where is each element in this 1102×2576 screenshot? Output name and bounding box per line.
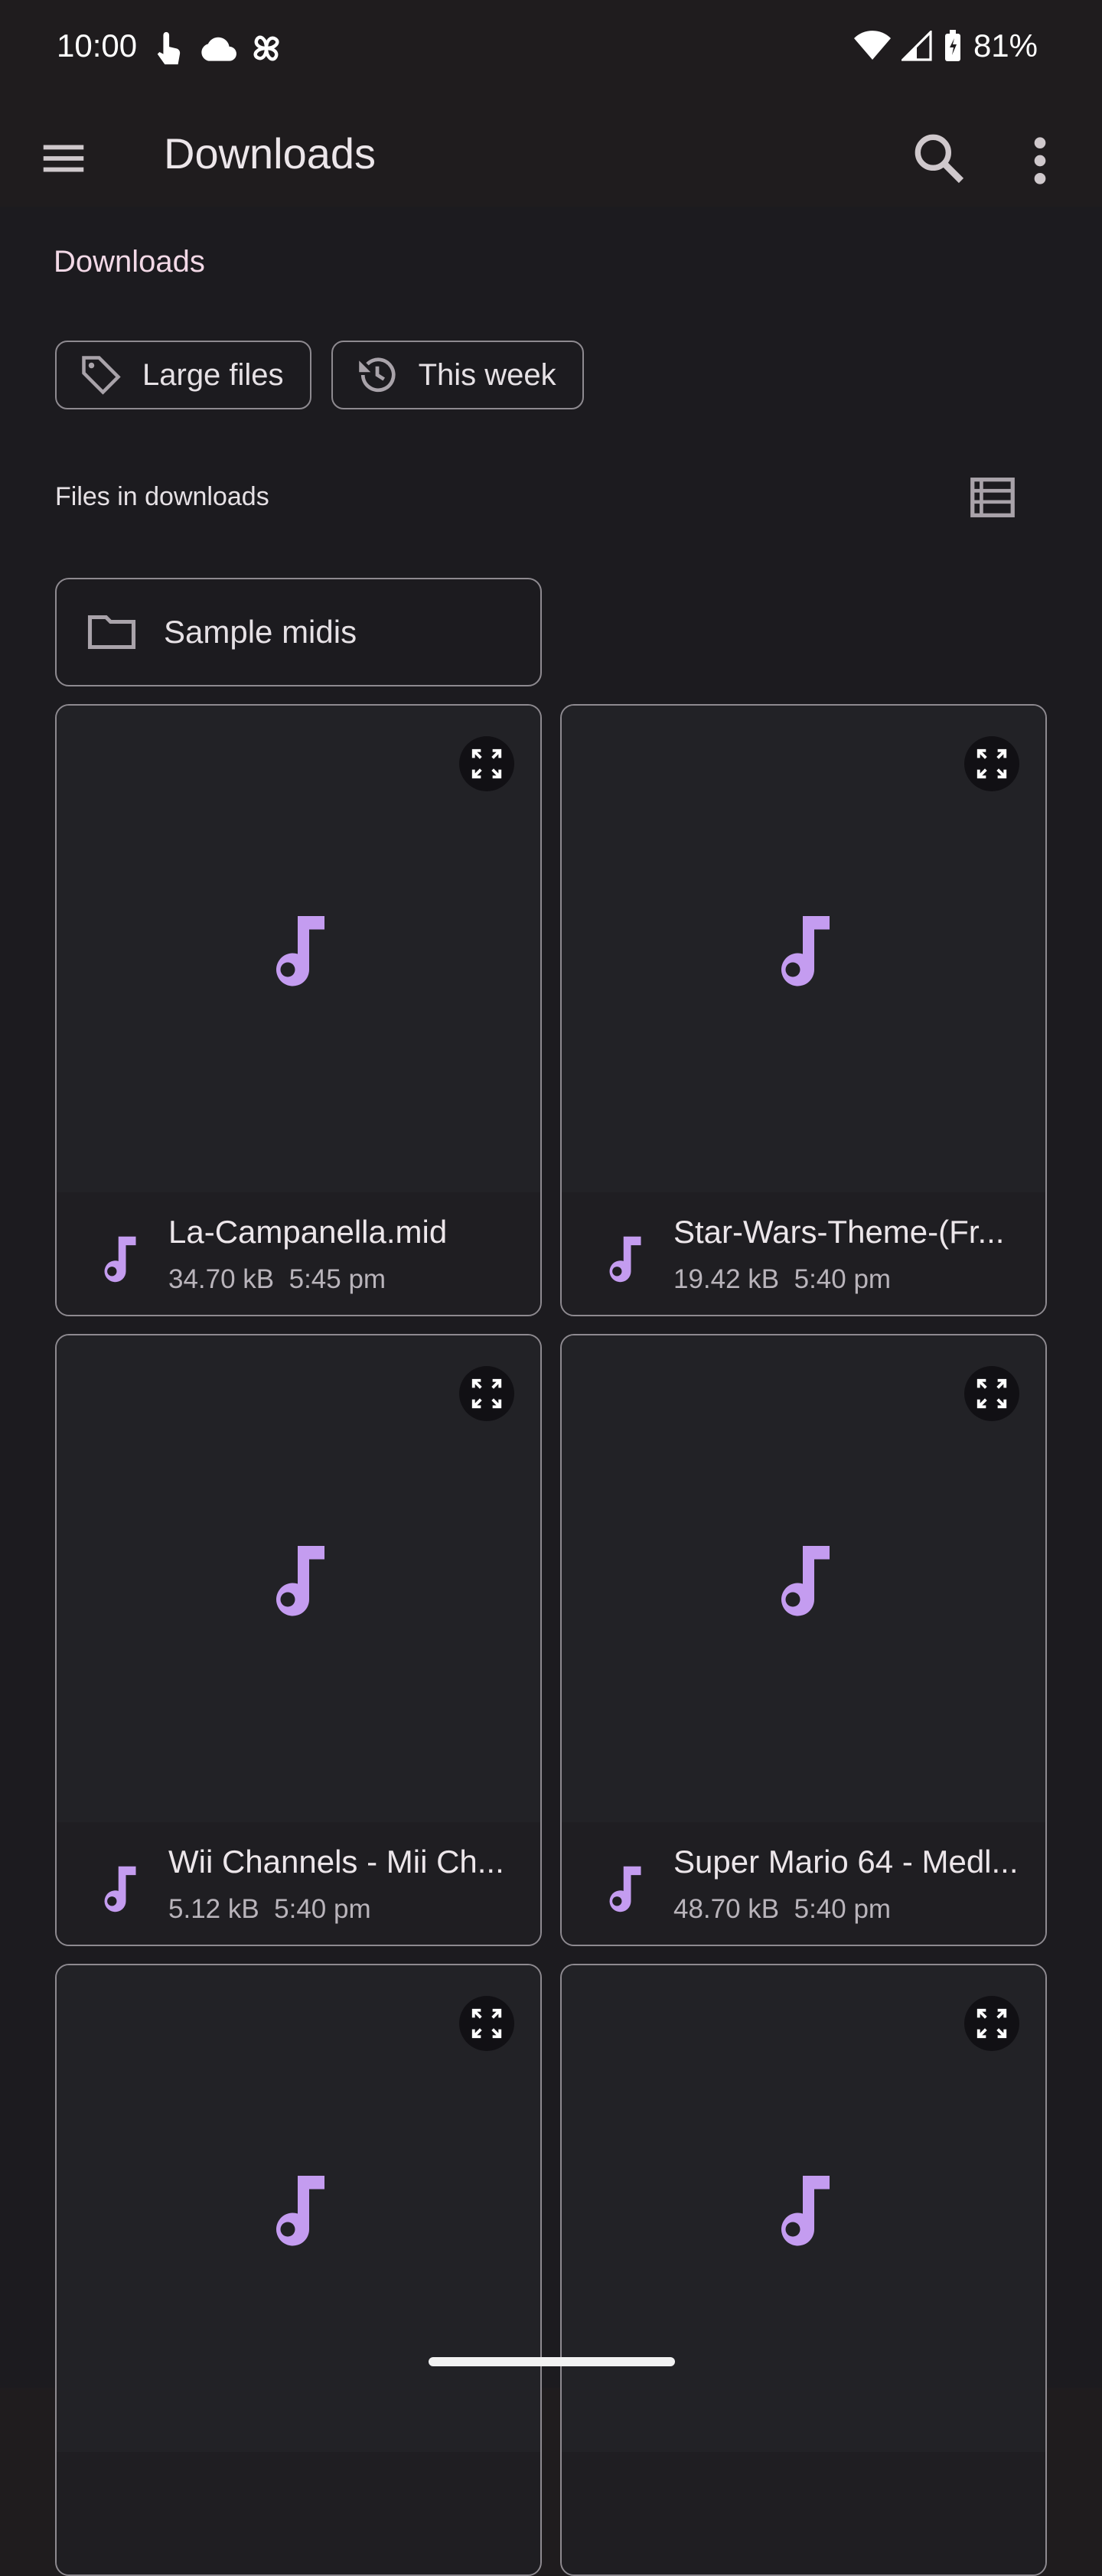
file-info: Star-Wars-Theme-(Fr... 19.42 kB 5:40 pm <box>562 1192 1045 1315</box>
expand-icon[interactable] <box>459 1366 514 1421</box>
file-meta: 48.70 kB 5:40 pm <box>673 1894 891 1925</box>
music-note-icon <box>609 1236 641 1283</box>
file-card[interactable]: Wii Channels - Mii Ch... 5.12 kB 5:40 pm <box>55 1334 542 1946</box>
file-time: 5:40 pm <box>274 1894 371 1924</box>
file-info: La-Campanella.mid 34.70 kB 5:45 pm <box>57 1192 540 1315</box>
music-note-icon <box>781 916 830 986</box>
home-indicator[interactable] <box>429 2357 675 2366</box>
file-card[interactable]: Super Mario 64 - Medl... 48.70 kB 5:40 p… <box>560 1334 1047 1946</box>
file-time: 5:40 pm <box>794 1264 892 1294</box>
file-name: Super Mario 64 - Medl... <box>673 1844 1018 1880</box>
status-bar: 10:00 81% <box>0 0 1102 99</box>
file-card[interactable] <box>560 1964 1047 2576</box>
folder-name: Sample midis <box>164 614 357 650</box>
files-header: Files in downloads <box>55 482 269 511</box>
chip-label: Large files <box>142 357 284 392</box>
music-note-icon <box>609 1866 641 1912</box>
file-info: Wii Channels - Mii Ch... 5.12 kB 5:40 pm <box>57 1822 540 1945</box>
file-name: Wii Channels - Mii Ch... <box>168 1844 504 1880</box>
signal-icon <box>901 31 932 61</box>
file-card[interactable]: Star-Wars-Theme-(Fr... 19.42 kB 5:40 pm <box>560 704 1047 1316</box>
music-note-icon <box>781 2176 830 2246</box>
breadcrumb[interactable]: Downloads <box>54 245 205 279</box>
chip-this-week[interactable]: This week <box>331 341 584 409</box>
file-card[interactable]: La-Campanella.mid 34.70 kB 5:45 pm <box>55 704 542 1316</box>
expand-icon[interactable] <box>459 1996 514 2051</box>
more-vert-icon[interactable] <box>1021 130 1059 191</box>
file-size: 34.70 kB <box>168 1264 275 1294</box>
file-meta: 19.42 kB 5:40 pm <box>673 1264 891 1295</box>
file-info <box>562 2452 1045 2574</box>
file-name: La-Campanella.mid <box>168 1214 448 1250</box>
file-meta: 5.12 kB 5:40 pm <box>168 1894 371 1925</box>
file-size: 5.12 kB <box>168 1894 259 1924</box>
search-icon[interactable] <box>908 127 969 188</box>
music-note-icon <box>276 2176 324 2246</box>
music-note-icon <box>276 916 324 986</box>
file-size: 19.42 kB <box>673 1264 780 1294</box>
file-card[interactable] <box>55 1964 542 2576</box>
list-view-icon[interactable] <box>966 471 1019 524</box>
file-time: 5:40 pm <box>794 1894 892 1924</box>
music-note-icon <box>276 1546 324 1616</box>
expand-icon[interactable] <box>964 1366 1019 1421</box>
tag-icon <box>77 351 126 399</box>
battery-icon <box>944 30 960 61</box>
status-time: 10:00 <box>57 28 138 64</box>
pinwheel-icon <box>253 35 279 61</box>
touch-icon <box>157 31 181 65</box>
status-icons-left <box>153 29 285 67</box>
status-icons-right: 81% <box>853 28 1038 64</box>
file-info: Super Mario 64 - Medl... 48.70 kB 5:40 p… <box>562 1822 1045 1945</box>
chip-large-files[interactable]: Large files <box>55 341 311 409</box>
folder-icon <box>87 615 136 650</box>
cloud-icon <box>201 37 236 61</box>
music-note-icon <box>104 1866 136 1912</box>
expand-icon[interactable] <box>964 736 1019 791</box>
file-info <box>57 2452 540 2574</box>
filter-chips: Large files This week <box>55 341 584 409</box>
music-note-icon <box>104 1236 136 1283</box>
history-icon <box>353 351 402 399</box>
music-note-icon <box>781 1546 830 1616</box>
downloads-section: Downloads Large files This week Files in… <box>0 207 1102 2576</box>
expand-icon[interactable] <box>964 1996 1019 2051</box>
file-size: 48.70 kB <box>673 1894 780 1924</box>
battery-percent: 81% <box>973 28 1038 64</box>
menu-icon[interactable] <box>37 132 90 185</box>
file-time: 5:45 pm <box>289 1264 386 1294</box>
chip-label: This week <box>418 357 556 392</box>
wifi-icon <box>853 31 891 60</box>
file-meta: 34.70 kB 5:45 pm <box>168 1264 386 1295</box>
app-bar: Downloads <box>0 99 1102 207</box>
expand-icon[interactable] <box>459 736 514 791</box>
folder-item[interactable]: Sample midis <box>55 578 542 686</box>
file-name: Star-Wars-Theme-(Fr... <box>673 1214 1005 1250</box>
app-title: Downloads <box>164 129 377 178</box>
